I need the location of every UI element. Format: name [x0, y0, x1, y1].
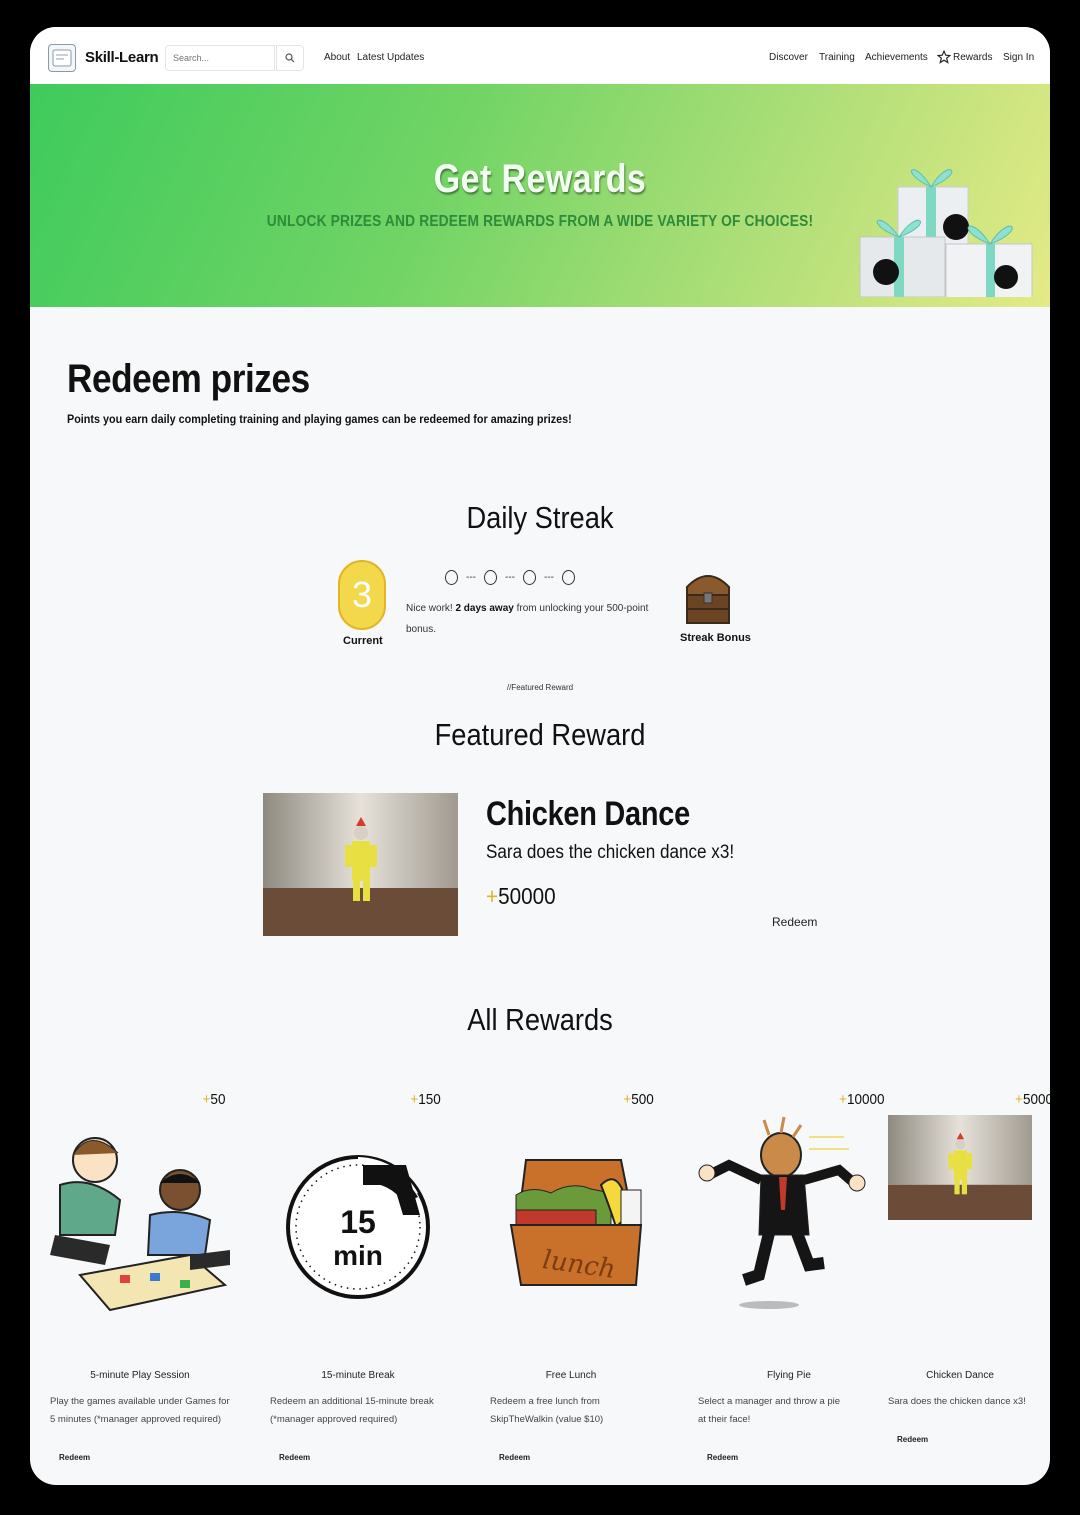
nav-link-sign-in[interactable]: Sign In [1003, 52, 1034, 63]
featured-reward-name: Chicken Dance [486, 795, 690, 833]
nav-link-latest-updates[interactable]: Latest Updates [357, 52, 424, 63]
reward-title: 15-minute Break [321, 1370, 395, 1381]
kids-board-game-image [50, 1137, 230, 1312]
plus-icon: + [838, 1091, 847, 1108]
gift-boxes-illustration [859, 169, 1033, 297]
reward-points: +50000 [1014, 1091, 1050, 1108]
featured-reward-points: +50000 [486, 883, 556, 909]
featured-reward-description: Sara does the chicken dance x3! [486, 842, 735, 863]
chicken-dance-image [263, 793, 458, 936]
all-rewards-title: All Rewards [467, 1002, 613, 1037]
redeem-prizes-description: Points you earn daily completing trainin… [67, 412, 572, 426]
stopwatch-15-min-icon: 15 min [286, 1155, 430, 1299]
streak-day-dot [484, 570, 497, 585]
browser-viewport: Skill-Learn About Latest Updates Discove… [30, 27, 1050, 1485]
reward-title: 5-minute Play Session [90, 1370, 190, 1381]
search-button[interactable] [276, 45, 304, 71]
reward-description: Play the games available under Games for… [50, 1396, 230, 1425]
current-streak-label: Current [343, 635, 383, 647]
reward-card-flying-pie[interactable]: +10000 Flying Pie Select a manager and t… [689, 1087, 889, 1482]
streak-day-dot [562, 570, 575, 585]
daily-streak-title: Daily Streak [466, 500, 614, 535]
reward-description: Select a manager and throw a pie at their… [698, 1396, 841, 1425]
rewards-hero-banner: Get Rewards UNLOCK PRIZES AND REDEEM REW… [30, 84, 1050, 307]
streak-day-dot [523, 570, 536, 585]
current-streak-coin: 3 [338, 560, 386, 630]
reward-title: Flying Pie [767, 1370, 811, 1381]
nav-link-achievements[interactable]: Achievements [865, 52, 928, 63]
featured-redeem-button[interactable]: Redeem [772, 915, 817, 929]
search-icon [285, 53, 295, 63]
reward-card-play-session[interactable]: +50 5-minute Play Session Play the games… [40, 1087, 240, 1482]
reward-points: +500 [623, 1091, 654, 1108]
reward-description: Sara does the chicken dance x3! [888, 1396, 1026, 1407]
reward-description: Redeem a free lunch from SkipTheWalkin (v… [490, 1396, 604, 1425]
reward-description: Redeem an additional 15-minute break (*ma… [270, 1396, 434, 1425]
plus-icon: + [202, 1091, 210, 1108]
banner-title: Get Rewards [433, 157, 647, 201]
star-icon [937, 50, 951, 64]
device-frame: Skill-Learn About Latest Updates Discove… [0, 0, 1080, 1515]
nav-link-training[interactable]: Training [819, 52, 855, 63]
featured-reward-title: Featured Reward [434, 717, 646, 752]
redeem-button[interactable]: Redeem [707, 1453, 738, 1462]
reward-card-chicken-dance[interactable]: +50000 Chicken Dance Sara does the chick… [860, 1087, 1050, 1482]
treasure-chest-icon [686, 575, 730, 624]
nav-link-rewards[interactable]: Rewards [953, 52, 992, 63]
pie-in-face-cartoon [698, 1116, 866, 1309]
lunch-box-image: lunch [509, 1159, 643, 1286]
banner-subtitle: UNLOCK PRIZES AND REDEEM REWARDS FROM A … [266, 213, 814, 230]
plus-icon: + [1014, 1091, 1023, 1108]
streak-message: Nice work! 2 days away from unlocking yo… [406, 603, 649, 635]
current-streak-value: 3 [351, 574, 373, 615]
redeem-button[interactable]: Redeem [897, 1435, 928, 1444]
top-navbar: Skill-Learn About Latest Updates Discove… [30, 27, 1050, 84]
reward-points: +50 [202, 1091, 225, 1108]
clock-number-text: 15 [340, 1204, 376, 1240]
nav-link-about[interactable]: About [324, 52, 350, 63]
plus-icon: + [486, 883, 499, 909]
brand-name[interactable]: Skill-Learn [85, 49, 159, 66]
reward-card-break[interactable]: +150 15 min 15-minute Break Redeem an ad… [258, 1087, 458, 1482]
redeem-button[interactable]: Redeem [499, 1453, 530, 1462]
reward-title: Free Lunch [545, 1370, 597, 1381]
featured-reward-comment-text: //Featured Reward [506, 683, 574, 692]
streak-day-dot [445, 570, 458, 585]
clock-unit-text: min [333, 1240, 383, 1271]
redeem-prizes-heading: Redeem prizes [67, 357, 310, 401]
search-input[interactable] [165, 45, 275, 71]
skill-learn-logo-icon[interactable] [48, 44, 76, 72]
streak-progress-dots: --- --- --- [445, 570, 575, 585]
nav-link-discover[interactable]: Discover [769, 52, 808, 63]
redeem-button[interactable]: Redeem [279, 1453, 310, 1462]
redeem-button[interactable]: Redeem [59, 1453, 90, 1462]
reward-card-free-lunch[interactable]: +500 lunch Free Lunch Redeem a free lunc… [471, 1087, 671, 1482]
reward-title: Chicken Dance [926, 1370, 994, 1381]
reward-points: +150 [410, 1091, 441, 1108]
streak-bonus-label: Streak Bonus [680, 632, 751, 644]
chicken-dance-image [888, 1115, 1032, 1220]
